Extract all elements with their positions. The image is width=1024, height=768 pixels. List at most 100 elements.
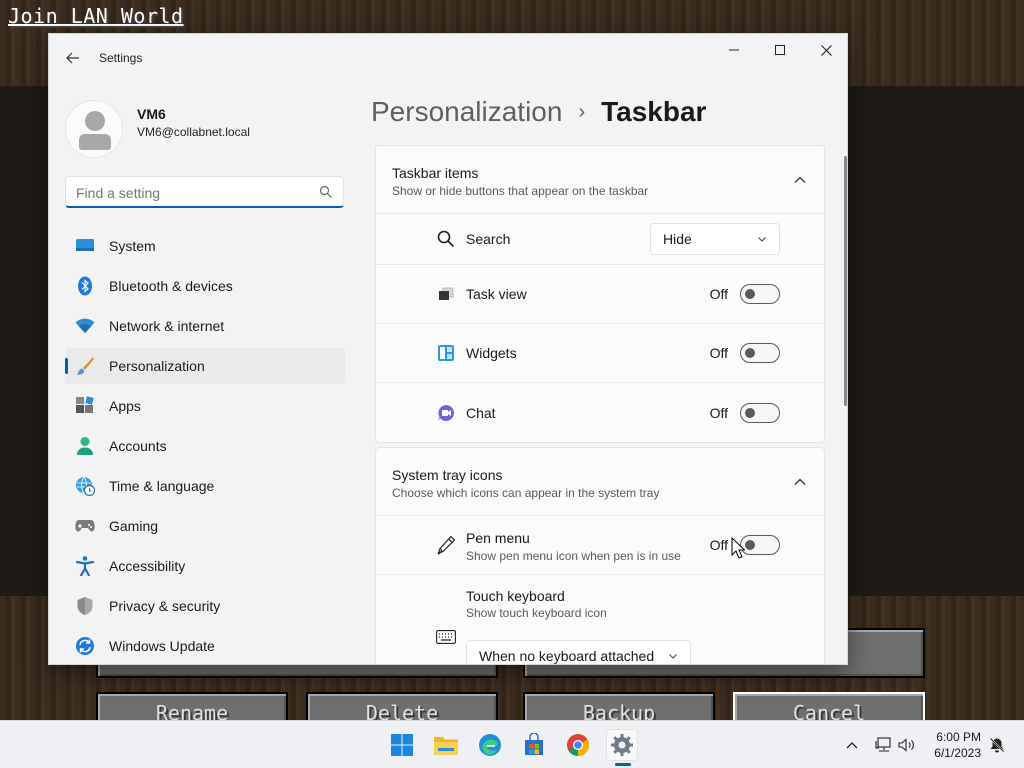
pen-menu-toggle[interactable] — [740, 535, 780, 555]
sidebar-item-gaming[interactable]: Gaming — [65, 508, 345, 544]
gamepad-icon — [75, 516, 95, 536]
volume-tray-button[interactable] — [897, 733, 917, 757]
settings-taskbar-button[interactable] — [606, 729, 638, 761]
toggle-state: Off — [709, 404, 728, 421]
sidebar-item-network[interactable]: Network & internet — [65, 308, 345, 344]
chevron-right-icon: › — [578, 100, 586, 123]
file-explorer-button[interactable] — [430, 729, 462, 761]
chrome-icon — [567, 734, 589, 756]
chat-icon — [436, 403, 456, 423]
touch-keyboard-row: Touch keyboard Show touch keyboard icon … — [376, 575, 824, 664]
section-title: System tray icons — [392, 467, 503, 483]
chevron-down-icon — [669, 654, 677, 659]
sidebar-item-personalization[interactable]: Personalization — [65, 348, 345, 384]
sidebar-item-label: Apps — [109, 398, 141, 414]
settings-window: Settings VM6 VM6@collabnet.local System — [48, 33, 848, 665]
show-hidden-icons-button[interactable] — [843, 733, 861, 757]
sidebar-item-system[interactable]: System — [65, 228, 345, 264]
sidebar-item-windows-update[interactable]: Windows Update — [65, 628, 345, 664]
chat-toggle[interactable] — [740, 402, 780, 423]
title-bar: Settings — [49, 34, 847, 82]
touch-keyboard-description: Show touch keyboard icon — [466, 606, 607, 620]
widgets-toggle-group: Off — [710, 343, 780, 363]
chrome-button[interactable] — [562, 729, 594, 761]
active-app-indicator — [615, 763, 631, 766]
apps-icon — [75, 396, 95, 416]
sidebar-item-bluetooth[interactable]: Bluetooth & devices — [65, 268, 345, 304]
chat-label: Chat — [466, 404, 496, 421]
chevron-up-icon[interactable] — [792, 474, 808, 490]
clock-date: 6/1/2023 — [934, 746, 981, 760]
sidebar-nav: System Bluetooth & devices Network & int… — [65, 228, 345, 664]
system-tray-header[interactable]: System tray icons Choose which icons can… — [376, 448, 824, 516]
user-email: VM6@collabnet.local — [137, 125, 250, 139]
wifi-icon — [75, 316, 95, 336]
sidebar-item-label: Accounts — [109, 438, 167, 454]
close-icon — [820, 44, 832, 56]
accessibility-icon — [75, 556, 95, 576]
search-visibility-dropdown[interactable]: Hide — [650, 223, 780, 255]
back-button[interactable] — [61, 46, 85, 70]
close-button[interactable] — [803, 34, 847, 66]
scrollbar[interactable] — [844, 156, 847, 406]
chevron-down-icon — [758, 237, 766, 242]
start-button[interactable] — [386, 729, 418, 761]
task-view-toggle[interactable] — [740, 284, 780, 304]
person-icon — [75, 436, 95, 456]
sidebar-item-label: Privacy & security — [109, 598, 221, 614]
settings-content: Taskbar items Show or hide buttons that … — [375, 145, 825, 664]
section-title: Taskbar items — [392, 165, 479, 181]
sidebar-item-accessibility[interactable]: Accessibility — [65, 548, 345, 584]
taskbar-items-header[interactable]: Taskbar items Show or hide buttons that … — [376, 146, 824, 214]
arrow-left-icon — [66, 52, 79, 64]
minimize-button[interactable] — [711, 34, 757, 66]
toggle-state: Off — [709, 345, 728, 361]
sidebar-item-label: Accessibility — [109, 558, 186, 574]
clock-time: 6:00 PM — [936, 730, 981, 744]
monitor-icon — [75, 236, 95, 256]
sidebar-item-privacy-security[interactable]: Privacy & security — [65, 588, 345, 624]
user-profile[interactable]: VM6 VM6@collabnet.local — [65, 100, 345, 158]
search-icon — [436, 229, 456, 249]
search-box[interactable] — [65, 176, 344, 208]
touch-keyboard-label: Touch keyboard — [466, 588, 565, 604]
widgets-label: Widgets — [466, 345, 517, 361]
search-input[interactable] — [76, 183, 306, 203]
globe-clock-icon — [75, 476, 95, 496]
breadcrumb: Personalization › Taskbar — [371, 92, 706, 132]
sidebar-item-label: Time & language — [109, 478, 215, 494]
minimize-icon — [729, 49, 739, 51]
page-title: Taskbar — [601, 96, 707, 127]
network-tray-button[interactable] — [873, 733, 895, 757]
chat-row: Chat Off — [376, 383, 824, 442]
maximize-button[interactable] — [757, 34, 803, 66]
store-button[interactable] — [518, 729, 550, 761]
notification-button[interactable] — [987, 733, 1007, 757]
notification-bell-icon — [989, 737, 1005, 753]
sidebar-item-label: Personalization — [109, 358, 205, 374]
delete-button[interactable]: Delete — [306, 692, 498, 720]
edge-button[interactable] — [474, 729, 506, 761]
speaker-icon — [898, 738, 914, 752]
chevron-up-icon[interactable] — [792, 172, 808, 188]
sidebar-item-accounts[interactable]: Accounts — [65, 428, 345, 464]
system-clock[interactable]: 6:00 PM 6/1/2023 — [934, 729, 981, 761]
pen-menu-row: Pen menu Show pen menu icon when pen is … — [376, 516, 824, 575]
update-icon — [75, 636, 95, 656]
sidebar-item-apps[interactable]: Apps — [65, 388, 345, 424]
section-description: Show or hide buttons that appear on the … — [392, 184, 649, 198]
rename-button[interactable]: Rename — [96, 692, 288, 720]
sidebar-item-label: Windows Update — [109, 638, 215, 654]
task-view-row: Task view Off — [376, 265, 824, 324]
pen-icon — [436, 535, 456, 555]
cancel-button[interactable]: Cancel — [733, 692, 925, 720]
task-view-toggle-group: Off — [710, 284, 780, 304]
backup-button[interactable]: Backup — [523, 692, 715, 720]
widgets-toggle[interactable] — [740, 343, 780, 363]
chevron-up-icon — [846, 742, 858, 749]
search-label: Search — [466, 231, 511, 247]
avatar — [65, 100, 123, 158]
touch-keyboard-dropdown[interactable]: When no keyboard attached — [466, 640, 691, 664]
sidebar-item-time-language[interactable]: Time & language — [65, 468, 345, 504]
breadcrumb-parent[interactable]: Personalization — [371, 96, 562, 128]
